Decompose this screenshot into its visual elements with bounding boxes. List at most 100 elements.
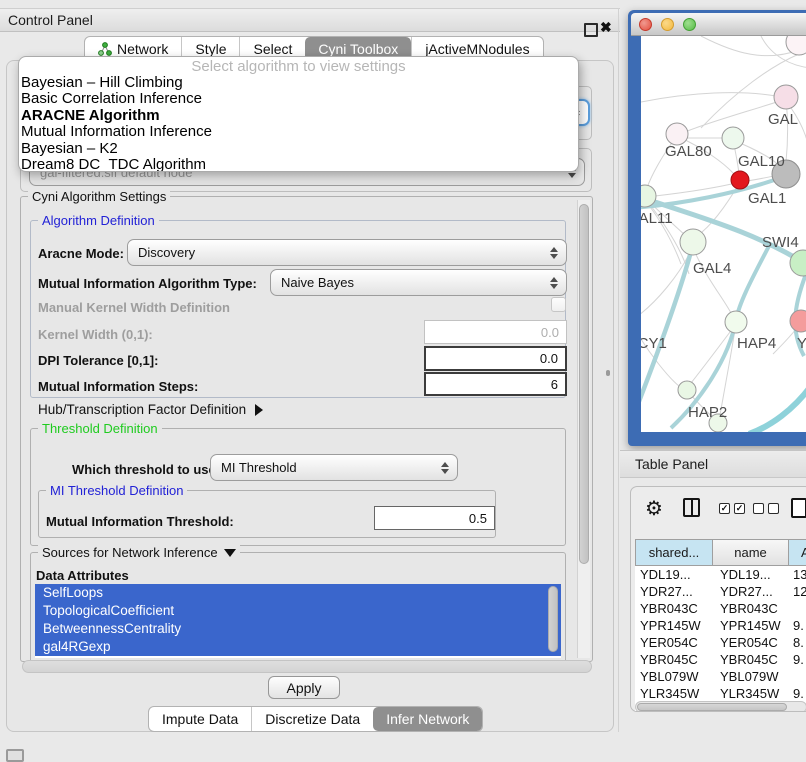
data-attribute-item[interactable]: gal4RGexp: [35, 638, 561, 656]
network-node[interactable]: [774, 85, 798, 109]
settings-horizontal-scrollbar[interactable]: [22, 660, 592, 673]
zoom-traffic-light-icon[interactable]: [683, 18, 696, 31]
table-row[interactable]: YDR27...YDR27...12: [635, 583, 806, 600]
network-node[interactable]: [786, 36, 806, 55]
network-node-label: GAL10: [738, 153, 785, 170]
table-horizontal-scrollbar[interactable]: [635, 701, 806, 712]
tab-impute-data[interactable]: Impute Data: [149, 707, 251, 731]
table-row[interactable]: YBR045CYBR045C9.: [635, 651, 806, 668]
table-row[interactable]: YBL079WYBL079W: [635, 668, 806, 685]
network-node[interactable]: [790, 310, 806, 332]
tab-discretize-data-label: Discretize Data: [265, 707, 360, 731]
hub-definition-expander[interactable]: Hub/Transcription Factor Definition: [38, 402, 263, 417]
mi-type-select[interactable]: Naive Bayes: [270, 269, 567, 296]
dpi-tolerance-field[interactable]: 0.0: [424, 346, 567, 371]
which-threshold-label: Which threshold to use:: [72, 462, 220, 477]
expand-right-icon: [255, 404, 263, 416]
which-threshold-value: MI Threshold: [221, 460, 297, 475]
aracne-mode-select[interactable]: Discovery: [127, 239, 567, 266]
network-node-label: GAL11: [641, 210, 673, 227]
control-panel-titlebar: Control Panel ✖: [0, 8, 620, 32]
tab-infer-network-label: Infer Network: [386, 707, 469, 731]
column-header-shared-name[interactable]: shared...: [635, 539, 713, 566]
settings-scrollbar-thumb[interactable]: [579, 204, 589, 564]
network-node-label: GAL1: [748, 190, 786, 207]
tab-infer-network[interactable]: Infer Network: [373, 707, 482, 731]
column-header-clipped[interactable]: A: [789, 539, 806, 566]
close-traffic-light-icon[interactable]: [639, 18, 652, 31]
column-header-label: name: [734, 545, 767, 560]
table-cell: 12: [789, 583, 806, 600]
table-row[interactable]: YBR043CYBR043C: [635, 600, 806, 617]
column-header-label: shared...: [649, 545, 700, 560]
export-table-icon[interactable]: [791, 498, 806, 518]
minimize-traffic-light-icon[interactable]: [661, 18, 674, 31]
algorithm-popup-item[interactable]: Mutual Information Inference: [19, 124, 578, 140]
network-node[interactable]: [680, 229, 706, 255]
apply-button[interactable]: Apply: [268, 676, 340, 699]
settings-vertical-scrollbar[interactable]: [577, 200, 590, 658]
network-node[interactable]: [722, 127, 744, 149]
table-cell: YDL19...: [635, 566, 713, 583]
table-cell: [789, 668, 806, 685]
table-row[interactable]: YER054CYER054C8.: [635, 634, 806, 651]
table-header-row: shared... name A: [635, 539, 806, 566]
table-cell: 9.: [789, 617, 806, 634]
table-panel-title: Table Panel: [635, 456, 708, 472]
network-view-window[interactable]: GALGAL80GAL10GAL1GAL11SWI4GAL4GCY1HAP4YH…: [628, 10, 806, 446]
collapse-down-icon: [224, 549, 236, 557]
table-cell: 8.: [789, 634, 806, 651]
data-attribute-item[interactable]: TopologicalCoefficient: [35, 602, 561, 620]
algorithm-popup-item[interactable]: Bayesian – K2: [19, 141, 578, 157]
tab-discretize-data[interactable]: Discretize Data: [251, 707, 373, 731]
data-attribute-item[interactable]: BetweennessCentrality: [35, 620, 561, 638]
deselect-all-columns-icon[interactable]: [753, 503, 779, 514]
table-row[interactable]: YDL19...YDL19...13: [635, 566, 806, 583]
minimized-panel-icon[interactable]: [6, 749, 24, 762]
table-row[interactable]: YPR145WYPR145W9.: [635, 617, 806, 634]
splitter-grip[interactable]: [606, 370, 610, 376]
network-icon: [98, 42, 112, 56]
sources-title-wrap[interactable]: Sources for Network Inference: [38, 545, 240, 560]
network-canvas[interactable]: GALGAL80GAL10GAL1GAL11SWI4GAL4GCY1HAP4YH…: [641, 36, 806, 432]
hub-definition-label: Hub/Transcription Factor Definition: [38, 402, 246, 417]
attributes-scrollbar-thumb[interactable]: [548, 586, 558, 652]
table-cell: YBR043C: [635, 600, 713, 617]
close-icon[interactable]: ✖: [600, 19, 612, 36]
column-header-name[interactable]: name: [713, 539, 789, 566]
attributes-list-scrollbar[interactable]: [547, 586, 559, 656]
algorithm-popup: Select algorithm to view settings Bayesi…: [18, 56, 579, 172]
manual-kernel-checkbox[interactable]: [551, 297, 566, 312]
network-node[interactable]: [666, 123, 688, 145]
mi-steps-field[interactable]: 6: [424, 372, 567, 396]
network-node[interactable]: [678, 381, 696, 399]
spinner-arrows-icon: [550, 277, 558, 289]
kernel-width-field[interactable]: 0.0: [424, 320, 567, 344]
network-node[interactable]: [725, 311, 747, 333]
table-row[interactable]: YLR345WYLR345W9.: [635, 685, 806, 702]
data-attributes-list[interactable]: SelfLoopsTopologicalCoefficientBetweenne…: [35, 584, 561, 658]
table-cell: YPR145W: [713, 617, 789, 634]
float-window-icon[interactable]: [584, 23, 598, 37]
network-node[interactable]: [731, 171, 749, 189]
select-all-columns-icon[interactable]: ✓✓: [719, 503, 745, 514]
table-scrollbar-thumb[interactable]: [637, 703, 787, 711]
split-columns-icon[interactable]: [683, 498, 700, 517]
table-cell: YLR345W: [635, 685, 713, 702]
algorithm-popup-item[interactable]: Bayesian – Hill Climbing: [19, 75, 578, 91]
mi-threshold-field[interactable]: 0.5: [374, 506, 495, 530]
sources-title: Sources for Network Inference: [42, 545, 218, 560]
table-panel-titlebar: Table Panel: [620, 450, 806, 478]
which-threshold-select[interactable]: MI Threshold: [210, 454, 458, 481]
mi-type-label: Mutual Information Algorithm Type:: [38, 276, 257, 291]
gear-icon[interactable]: ⚙: [645, 496, 663, 521]
threshold-definition-title: Threshold Definition: [38, 421, 162, 436]
table-rows: YDL19...YDL19...13YDR27...YDR27...12YBR0…: [635, 566, 806, 712]
algorithm-popup-list: Bayesian – Hill ClimbingBasic Correlatio…: [19, 75, 578, 172]
data-attribute-item[interactable]: SelfLoops: [35, 584, 561, 602]
algorithm-popup-item[interactable]: ARACNE Algorithm: [19, 108, 578, 124]
network-window-titlebar[interactable]: [631, 13, 806, 36]
kernel-width-label: Kernel Width (0,1):: [38, 327, 153, 342]
algorithm-popup-item[interactable]: Basic Correlation Inference: [19, 91, 578, 107]
algorithm-popup-item[interactable]: Dream8 DC_TDC Algorithm: [19, 157, 578, 172]
